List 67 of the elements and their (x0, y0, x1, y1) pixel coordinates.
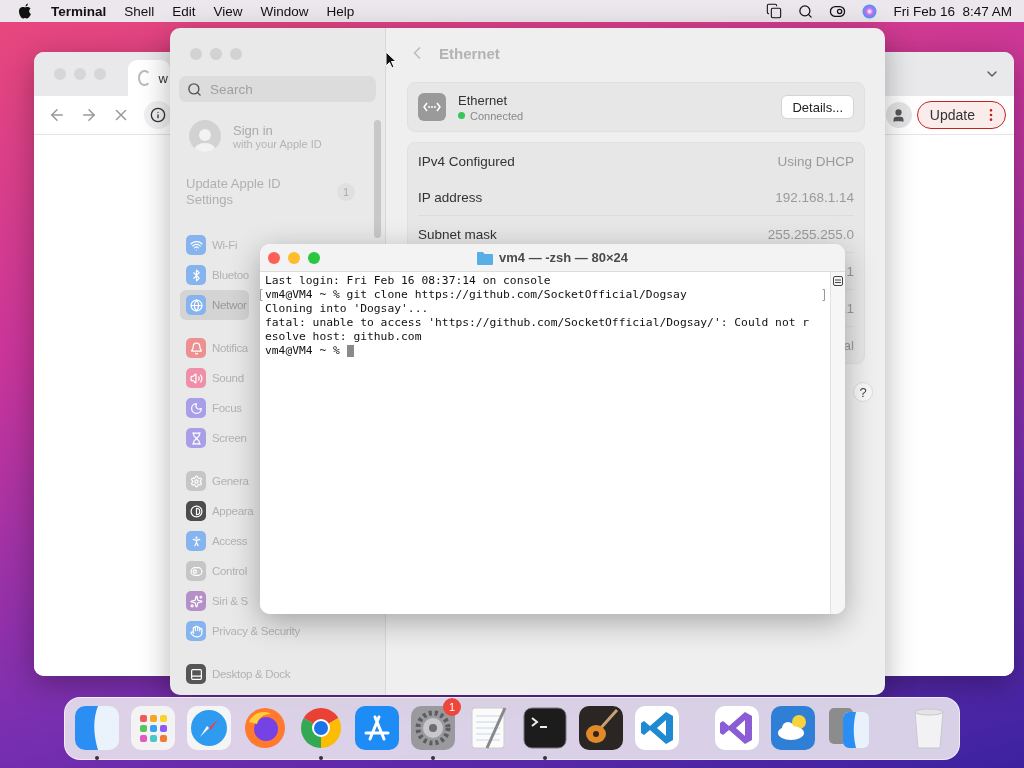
scrollbar[interactable] (374, 120, 381, 238)
search-input[interactable]: Search (208, 80, 362, 98)
clock[interactable]: Fri Feb 16 8:47 AM (893, 3, 1012, 19)
help-button[interactable]: ? (853, 382, 873, 402)
split-pane-icon[interactable] (833, 276, 843, 286)
sidebar-item[interactable]: Networ (180, 290, 249, 320)
account-title[interactable]: Sign in (233, 122, 322, 138)
menu-item[interactable]: Window (251, 3, 318, 19)
network-port-icon (418, 93, 446, 121)
row-value: 192.168.1.14 (775, 189, 854, 205)
apple-icon[interactable] (18, 3, 32, 19)
pane-title: Ethernet (439, 44, 500, 62)
gear-icon[interactable] (409, 704, 457, 752)
notice-text[interactable]: Update Apple ID Settings (186, 176, 306, 208)
back-icon[interactable] (48, 106, 66, 124)
device-status: Connected (470, 109, 524, 122)
terminal-line: Last login: Fri Feb 16 08:37:14 on console (265, 274, 551, 288)
search-field[interactable]: Search (179, 76, 376, 102)
running-indicator (543, 756, 547, 760)
search-icon (187, 81, 202, 97)
terminal-line: fatal: unable to access 'https://github.com/SocketOfficial/Dogsay/': Could not r (265, 316, 810, 330)
ribbon-icon[interactable] (713, 704, 761, 752)
terminal-line: Cloning into 'Dogsay'... (265, 302, 429, 316)
profile-icon[interactable] (885, 102, 912, 128)
pointer-icon (385, 51, 397, 69)
loading-spinner-icon (138, 70, 151, 86)
menu-item[interactable]: Edit (163, 3, 205, 19)
row-label: IPv4 Configured (418, 153, 515, 169)
guitar-icon[interactable] (577, 704, 625, 752)
running-indicator (431, 756, 435, 760)
app-menu[interactable]: Terminal (42, 3, 116, 19)
close-button[interactable] (268, 251, 280, 264)
split-tile-icon[interactable] (73, 704, 121, 752)
row-label: Subnet mask (418, 226, 497, 242)
running-indicator (95, 756, 99, 760)
terminal-line: esolve host: github.com (265, 330, 422, 344)
windows-icon[interactable] (766, 3, 783, 19)
info-icon[interactable] (144, 101, 172, 129)
terminal-line: vm4@VM4 ~ % (265, 344, 341, 358)
notification-badge: 1 (443, 698, 461, 716)
code-ribbon-icon[interactable] (633, 704, 681, 752)
forward-icon[interactable] (80, 106, 98, 124)
folder-icon (477, 250, 493, 265)
row-label: IP address (418, 189, 483, 205)
details-button[interactable]: Details... (781, 95, 854, 119)
orb-icon[interactable] (862, 3, 878, 19)
menu-item[interactable]: View (204, 3, 252, 19)
zoom-button[interactable] (308, 251, 320, 264)
device-name: Ethernet (458, 92, 509, 108)
app-grid-icon[interactable] (129, 704, 177, 752)
browser-tab[interactable]: w (128, 60, 170, 96)
window-title: vm4 — -zsh — 80×24 (499, 250, 628, 265)
running-indicator (319, 756, 323, 760)
compass-icon[interactable] (185, 704, 233, 752)
cloud-sun-icon[interactable] (769, 704, 817, 752)
mark-bracket-icon (260, 289, 263, 301)
terminal-line: vm4@VM4 ~ % git clone https://github.com/SocketOfficial/Dogsay (265, 288, 687, 302)
prompt-icon[interactable] (521, 704, 569, 752)
a-shape-icon[interactable] (353, 704, 401, 752)
row-value: 255.255.255.0 (767, 226, 854, 242)
search-icon[interactable] (798, 3, 814, 19)
update-button[interactable]: Update (916, 101, 1006, 129)
row-value: Using DHCP (777, 153, 854, 169)
minimize-button[interactable] (288, 251, 300, 264)
menu-item[interactable]: Help (317, 3, 364, 19)
menu-item[interactable]: Shell (115, 3, 164, 19)
mark-bracket-icon (822, 289, 825, 301)
